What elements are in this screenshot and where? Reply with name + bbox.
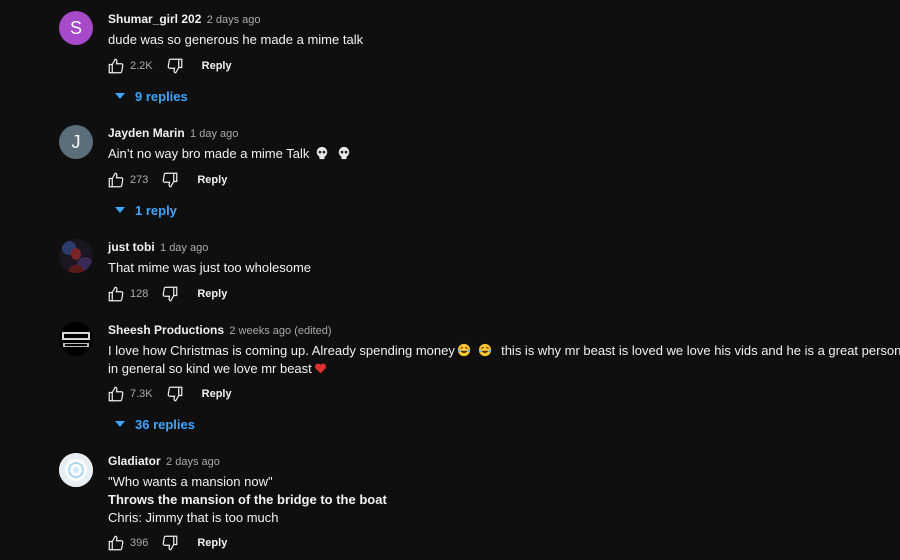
author-name[interactable]: Gladiator (108, 454, 161, 468)
avatar[interactable] (59, 322, 93, 356)
skull-icon (338, 146, 349, 160)
heart-icon (314, 363, 326, 374)
reply-button[interactable]: Reply (197, 537, 227, 549)
replies-label: 36 replies (135, 416, 195, 432)
like-button[interactable] (106, 170, 126, 190)
view-replies-button[interactable]: 9 replies (115, 86, 188, 106)
reply-button[interactable]: Reply (202, 388, 232, 400)
comment-line: "Who wants a mansion now" (108, 474, 273, 489)
comment-header: Gladiator 2 days ago (108, 453, 220, 470)
thumb-down-icon (163, 535, 178, 551)
comment-time[interactable]: 2 weeks ago (edited) (229, 325, 331, 337)
comment-text: I love how Christmas is coming up. Alrea… (108, 342, 900, 378)
like-count: 273 (130, 174, 149, 186)
avatar[interactable] (59, 453, 93, 487)
dislike-button[interactable] (160, 170, 180, 190)
thumb-down-icon (167, 58, 182, 74)
comment-line-text: this is why mr beast is loved we love hi… (501, 343, 900, 358)
comment-actions: 7.3K Reply (106, 384, 232, 404)
replies-label: 9 replies (135, 88, 188, 104)
comment-time[interactable]: 2 days ago (166, 456, 220, 468)
thumb-down-icon (163, 286, 178, 302)
author-name[interactable]: Shumar_girl 202 (108, 12, 201, 26)
skull-icon (316, 146, 328, 160)
thumb-up-icon (108, 386, 124, 402)
thumb-up-icon (108, 535, 124, 551)
comment-line-text: Ain’t no way bro made a mime Talk (108, 146, 310, 161)
comment-actions: 273 Reply (106, 170, 227, 190)
comment-line: Chris: Jimmy that is too much (108, 510, 279, 525)
reply-button[interactable]: Reply (197, 174, 227, 186)
like-button[interactable] (106, 384, 126, 404)
reply-button[interactable]: Reply (197, 288, 227, 300)
dislike-button[interactable] (165, 384, 185, 404)
comment-text: That mime was just too wholesome (108, 259, 868, 277)
like-count: 396 (130, 537, 149, 549)
comment-time[interactable]: 2 days ago (207, 14, 261, 26)
comment-actions: 2.2K Reply (106, 56, 232, 76)
avatar-letter: S (69, 17, 82, 38)
comment-text: Ain’t no way bro made a mime Talk (108, 145, 868, 163)
chevron-down-icon (115, 93, 125, 99)
replies-label: 1 reply (135, 202, 177, 218)
chevron-down-icon (115, 207, 125, 213)
avatar[interactable] (59, 239, 93, 273)
reply-button[interactable]: Reply (202, 60, 232, 72)
view-replies-button[interactable]: 36 replies (115, 414, 195, 434)
comment-actions: 396 Reply (106, 533, 227, 553)
like-button[interactable] (106, 284, 126, 304)
comment-line: in general so kind we love mr beast (108, 360, 868, 378)
avatar[interactable]: S (59, 11, 93, 45)
thumb-down-icon (163, 172, 178, 188)
laughing-emoji-icon (479, 343, 492, 357)
avatar-image (59, 453, 93, 487)
like-button[interactable] (106, 533, 126, 553)
like-count: 7.3K (130, 388, 153, 400)
chevron-down-icon (115, 421, 125, 427)
comment-header: Shumar_girl 202 2 days ago (108, 11, 261, 28)
view-replies-button[interactable]: 1 reply (115, 200, 177, 220)
comment-line-text: I love how Christmas is coming up. Alrea… (108, 343, 455, 358)
comment-line: Throws the mansion of the bridge to the … (108, 492, 387, 507)
dislike-button[interactable] (160, 533, 180, 553)
avatar-letter: J (71, 131, 81, 152)
avatar-image (59, 239, 93, 273)
dislike-button[interactable] (165, 56, 185, 76)
comment-header: Sheesh Productions 2 weeks ago (edited) (108, 322, 332, 339)
like-button[interactable] (106, 56, 126, 76)
thumb-down-icon (167, 386, 182, 402)
thumb-up-icon (108, 58, 124, 74)
avatar[interactable]: J (59, 125, 93, 159)
comment-time[interactable]: 1 day ago (160, 242, 208, 254)
comment-line: That mime was just too wholesome (108, 260, 312, 275)
avatar-image (59, 322, 93, 356)
comment-text: "Who wants a mansion now" Throws the man… (108, 473, 868, 527)
comment-text: dude was so generous he made a mime talk (108, 31, 868, 49)
thumb-up-icon (108, 172, 124, 188)
comment-header: Jayden Marin 1 day ago (108, 125, 238, 142)
thumb-up-icon (108, 286, 124, 302)
like-count: 2.2K (130, 60, 153, 72)
comment-header: just tobi 1 day ago (108, 239, 208, 256)
comment-time[interactable]: 1 day ago (190, 128, 238, 140)
dislike-button[interactable] (160, 284, 180, 304)
author-name[interactable]: just tobi (108, 240, 155, 254)
laughing-emoji-icon (457, 343, 470, 357)
author-name[interactable]: Sheesh Productions (108, 323, 224, 337)
comment-line: I love how Christmas is coming up. Alrea… (108, 342, 900, 360)
comment-line-text: in general so kind we love mr beast (108, 361, 312, 376)
comment-line: dude was so generous he made a mime talk (108, 32, 364, 47)
comment-line: Ain’t no way bro made a mime Talk (108, 145, 868, 163)
comment-actions: 128 Reply (106, 284, 227, 304)
author-name[interactable]: Jayden Marin (108, 126, 185, 140)
like-count: 128 (130, 288, 149, 300)
